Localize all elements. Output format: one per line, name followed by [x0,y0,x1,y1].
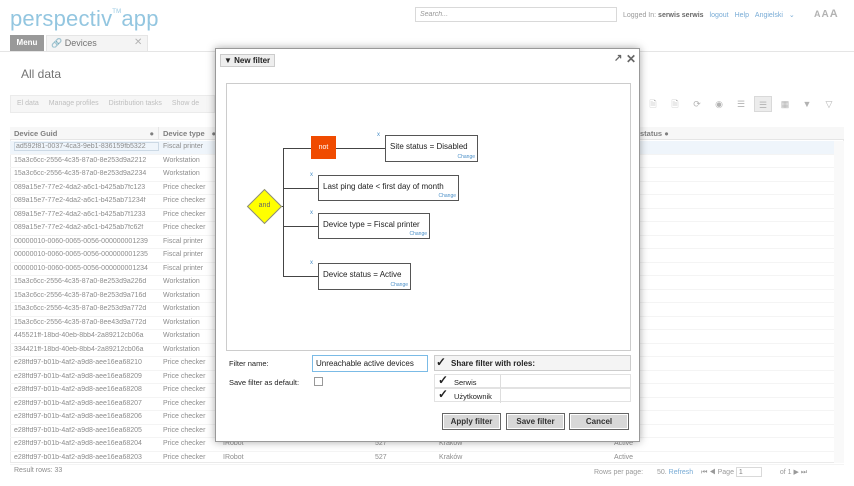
close-icon[interactable]: ✕ [626,52,636,66]
filter-name-label: Filter name: [229,359,269,368]
condition-node[interactable]: Site status = Disabled Change [385,135,478,162]
connector [283,276,318,277]
connector [283,188,318,189]
condition-text: Device type = Fiscal printer [323,220,420,229]
role-label: Użytkownik [454,392,492,401]
default-filter-checkbox[interactable] [314,377,323,386]
filter-tree-canvas: and not x Site status = Disabled Change x… [226,83,631,351]
dialog-title: ▼ New filter [220,54,276,67]
condition-text: Last ping date < first day of month [323,182,444,191]
change-link[interactable]: Change [409,231,427,237]
connector [283,226,318,227]
role-separator [500,389,501,403]
role-label: Serwis [454,378,477,387]
connector [283,148,284,276]
condition-text: Site status = Disabled [390,142,468,151]
role-check-icon[interactable]: ✓ [438,387,448,401]
share-roles-label: Share filter with roles: [451,359,536,368]
condition-node[interactable]: Device type = Fiscal printer Change [318,213,430,239]
maximize-icon[interactable]: ↗ [614,53,622,64]
connector [336,148,385,149]
not-node[interactable]: not [311,136,336,159]
remove-condition-icon[interactable]: x [310,210,313,216]
condition-node[interactable]: Device status = Active Change [318,263,411,290]
share-roles-panel: Share filter with roles: ✓ ✓ Serwis ✓ Użyt… [434,355,631,410]
filter-name-input[interactable] [312,355,428,372]
condition-node[interactable]: Last ping date < first day of month Chang… [318,175,459,201]
new-filter-dialog: ▼ New filter ↗ ✕ and not x Site status =… [215,48,640,442]
dialog-title-text: New filter [234,56,271,65]
funnel-icon: ▼ [224,56,232,65]
role-row-uzytkownik[interactable]: ✓ Użytkownik [434,387,631,403]
remove-condition-icon[interactable]: x [310,260,313,266]
remove-condition-icon[interactable]: x [377,132,380,138]
condition-text: Device status = Active [323,270,402,279]
and-node-label: and [258,202,271,209]
cancel-button[interactable]: Cancel [569,413,629,430]
share-roles-header[interactable]: Share filter with roles: [434,355,631,371]
change-link[interactable]: Change [438,193,456,199]
role-check-icon[interactable]: ✓ [438,373,448,387]
role-row-serwis[interactable]: ✓ Serwis [434,373,631,389]
change-link[interactable]: Change [457,154,475,160]
role-separator [500,375,501,389]
change-link[interactable]: Change [390,282,408,288]
connector [283,148,311,149]
apply-filter-button[interactable]: Apply filter [442,413,501,430]
remove-condition-icon[interactable]: x [310,172,313,178]
default-filter-label: Save filter as default: [229,378,300,387]
save-filter-button[interactable]: Save filter [506,413,565,430]
share-checkbox-check-icon[interactable]: ✓ [436,355,446,369]
